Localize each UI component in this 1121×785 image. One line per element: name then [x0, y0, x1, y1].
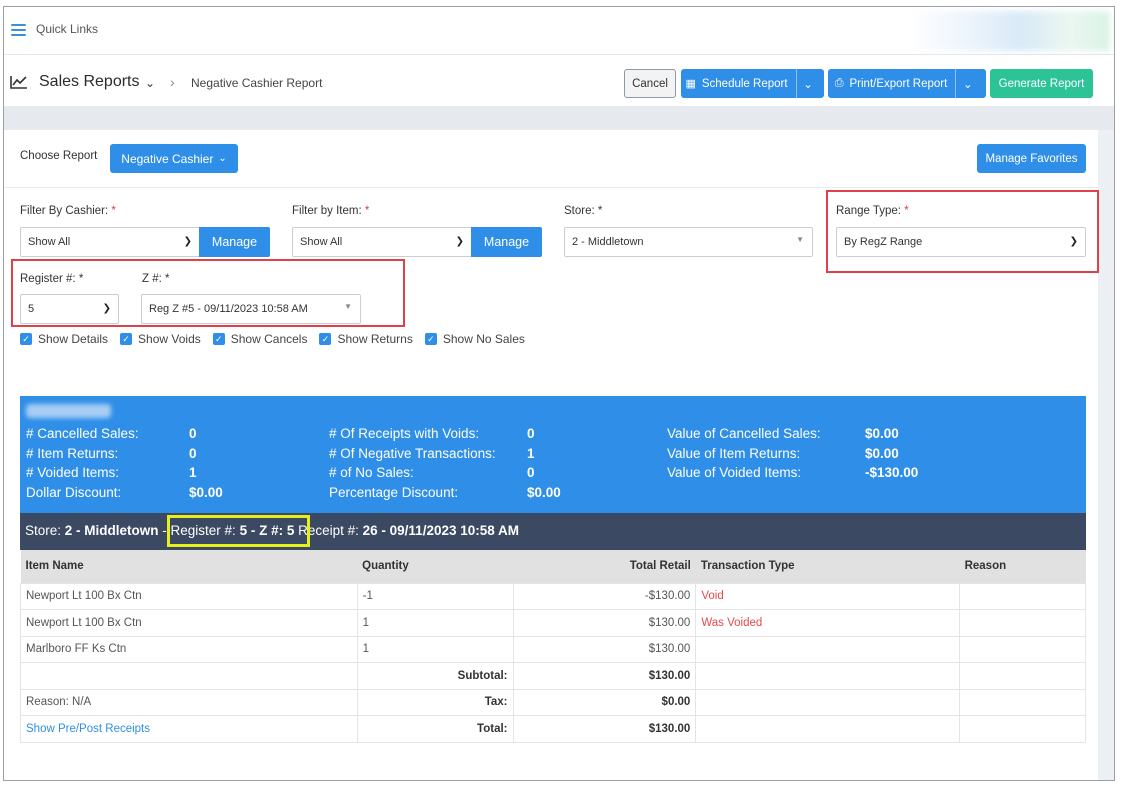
receipt-table: Item Name Quantity Total Retail Transact…	[20, 550, 1086, 743]
print-export-button[interactable]: ⎙ Print/Export Report ⌄	[828, 69, 986, 98]
chevron-down-icon[interactable]: ⌄	[145, 76, 155, 90]
cell-qty: -1	[356, 582, 514, 610]
store-select-value: 2 - Middletown	[572, 236, 644, 248]
cell-item: Newport Lt 100 Bx Ctn	[20, 582, 358, 610]
store-select[interactable]: 2 - Middletown ▼	[564, 227, 813, 257]
calendar-icon: ▦	[685, 78, 696, 90]
range-type-highlight	[826, 190, 1099, 273]
total-label: Total:	[356, 715, 514, 743]
choose-report-label: Choose Report	[20, 150, 98, 162]
cell-item: Marlboro FF Ks Ctn	[20, 635, 358, 663]
tax-value: $0.00	[512, 688, 697, 716]
cell-reason	[959, 635, 1086, 663]
col-total-retail: Total Retail	[513, 550, 696, 583]
user-profile-blurred	[910, 11, 1110, 51]
total-value: $130.00	[512, 715, 697, 743]
quick-links-label[interactable]: Quick Links	[36, 22, 98, 36]
cashier-select-value: Show All	[28, 236, 71, 248]
subtotal-value: $130.00	[512, 662, 697, 690]
show-no-sales-checkbox[interactable]: ✓ Show No Sales	[424, 332, 525, 346]
cashier-select[interactable]: Show All ❯	[20, 227, 200, 257]
schedule-report-button[interactable]: ▦ Schedule Report ⌄	[681, 69, 824, 98]
cell-reason	[959, 609, 1086, 637]
tax-row: Reason: N/A Tax: $0.00	[20, 688, 1086, 716]
page-header: Sales Reports ⌄ › Negative Cashier Repor…	[4, 56, 1114, 106]
tax-label: Tax:	[356, 688, 514, 716]
printer-icon: ⎙	[834, 77, 844, 89]
filter-cashier-label: Filter By Cashier: *	[20, 205, 116, 217]
cell-type	[695, 635, 961, 663]
show-returns-checkbox[interactable]: ✓ Show Returns	[319, 332, 413, 346]
show-details-checkbox[interactable]: ✓ Show Details	[20, 332, 108, 346]
cashier-summary-panel: # Cancelled Sales: 0 # Of Receipts with …	[20, 396, 1086, 513]
item-select-value: Show All	[300, 236, 343, 248]
chevron-down-icon: ❯	[183, 236, 192, 247]
show-voids-checkbox[interactable]: ✓ Show Voids	[120, 332, 201, 346]
cell-type: Was Voided	[695, 609, 961, 637]
receipt-header: Store: 2 - Middletown - Register #: 5 - …	[20, 513, 1086, 550]
app-window: Quick Links Sales Reports ⌄ › Negative C…	[3, 6, 1115, 781]
print-export-label: Print/Export Report	[849, 77, 948, 90]
cashier-name-blurred	[26, 404, 111, 418]
table-row: Newport Lt 100 Bx Ctn -1 -$130.00 Void	[20, 582, 1086, 610]
col-transaction-type: Transaction Type	[695, 550, 960, 583]
register-z-yellow-highlight	[167, 515, 310, 547]
generate-report-button[interactable]: Generate Report	[990, 69, 1093, 98]
table-row: Marlboro FF Ks Ctn 1 $130.00	[20, 635, 1086, 663]
cell-type: Void	[695, 582, 961, 610]
cell-reason	[959, 582, 1086, 610]
breadcrumb: Negative Cashier Report	[191, 76, 323, 90]
schedule-report-label: Schedule Report	[701, 77, 788, 90]
manage-item-button[interactable]: Manage	[471, 227, 542, 257]
col-reason: Reason	[959, 550, 1086, 583]
header-band	[4, 106, 1114, 130]
store-label: Store: *	[564, 205, 603, 217]
cell-retail: $130.00	[512, 609, 697, 637]
subtotal-label: Subtotal:	[356, 662, 514, 690]
chevron-down-icon[interactable]: ⌄	[955, 69, 979, 98]
report-content: Choose Report Negative Cashier ⌄ Manage …	[4, 130, 1099, 780]
cell-retail: $130.00	[512, 635, 697, 663]
table-row: Newport Lt 100 Bx Ctn 1 $130.00 Was Void…	[20, 609, 1086, 637]
report-selector-button[interactable]: Negative Cashier ⌄	[110, 144, 238, 173]
check-icon: ✓	[212, 333, 225, 345]
show-receipts-link[interactable]: Show Pre/Post Receipts	[26, 723, 150, 735]
cancel-button[interactable]: Cancel	[624, 69, 676, 98]
check-icon: ✓	[319, 333, 332, 345]
col-item-name: Item Name	[20, 550, 358, 583]
show-cancels-checkbox[interactable]: ✓ Show Cancels	[212, 332, 307, 346]
cell-retail: -$130.00	[512, 582, 697, 610]
register-z-highlight	[11, 259, 405, 327]
manage-favorites-button[interactable]: Manage Favorites	[977, 144, 1086, 173]
quick-links-bar: Quick Links	[4, 7, 1114, 55]
check-icon: ✓	[424, 333, 437, 345]
manage-cashier-button[interactable]: Manage	[199, 227, 270, 257]
hamburger-menu-icon[interactable]	[11, 24, 26, 36]
cell-qty: 1	[356, 609, 514, 637]
chevron-down-icon: ⌄	[218, 153, 227, 164]
side-strip	[1098, 130, 1114, 780]
caret-down-icon: ▼	[796, 235, 804, 244]
cell-qty: 1	[356, 635, 514, 663]
chevron-down-icon: ❯	[455, 236, 464, 247]
breadcrumb-separator-icon: ›	[170, 74, 175, 90]
check-icon: ✓	[20, 333, 32, 345]
line-chart-icon	[10, 76, 27, 89]
subtotal-row: Subtotal: $130.00	[20, 662, 1086, 690]
table-header-row: Item Name Quantity Total Retail Transact…	[20, 550, 1086, 583]
check-icon: ✓	[120, 333, 133, 345]
divider	[4, 187, 1098, 188]
options-checkboxes: ✓ Show Details ✓ Show Voids ✓ Show Cancels …	[20, 332, 537, 346]
cell-item: Newport Lt 100 Bx Ctn	[20, 609, 358, 637]
total-row: Show Pre/Post Receipts Total: $130.00	[20, 715, 1086, 743]
item-select[interactable]: Show All ❯	[292, 227, 472, 257]
reason-cell: Reason: N/A	[20, 688, 358, 716]
col-quantity: Quantity	[357, 550, 513, 583]
report-selector-label: Negative Cashier	[121, 151, 214, 166]
chevron-down-icon[interactable]: ⌄	[795, 69, 820, 98]
filter-item-label: Filter by Item: *	[292, 205, 370, 217]
page-title[interactable]: Sales Reports	[39, 73, 140, 91]
